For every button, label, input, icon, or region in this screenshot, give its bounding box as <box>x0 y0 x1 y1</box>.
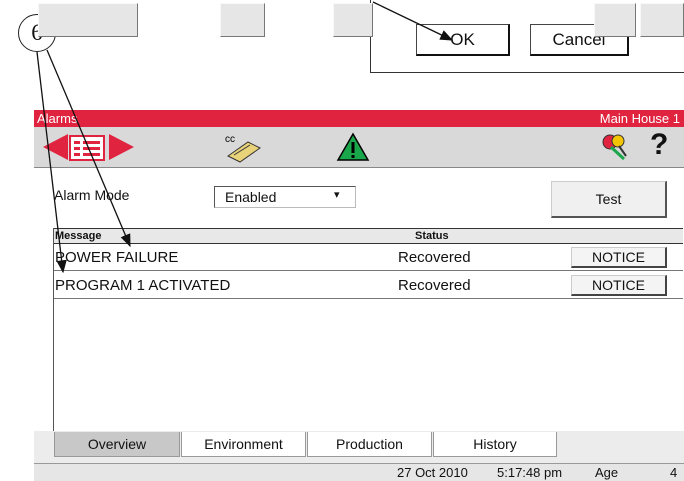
callout-line-program <box>36 51 67 274</box>
callout-line-power <box>46 49 131 248</box>
callout-lines <box>36 1 454 274</box>
callout-line-ok <box>372 1 454 41</box>
